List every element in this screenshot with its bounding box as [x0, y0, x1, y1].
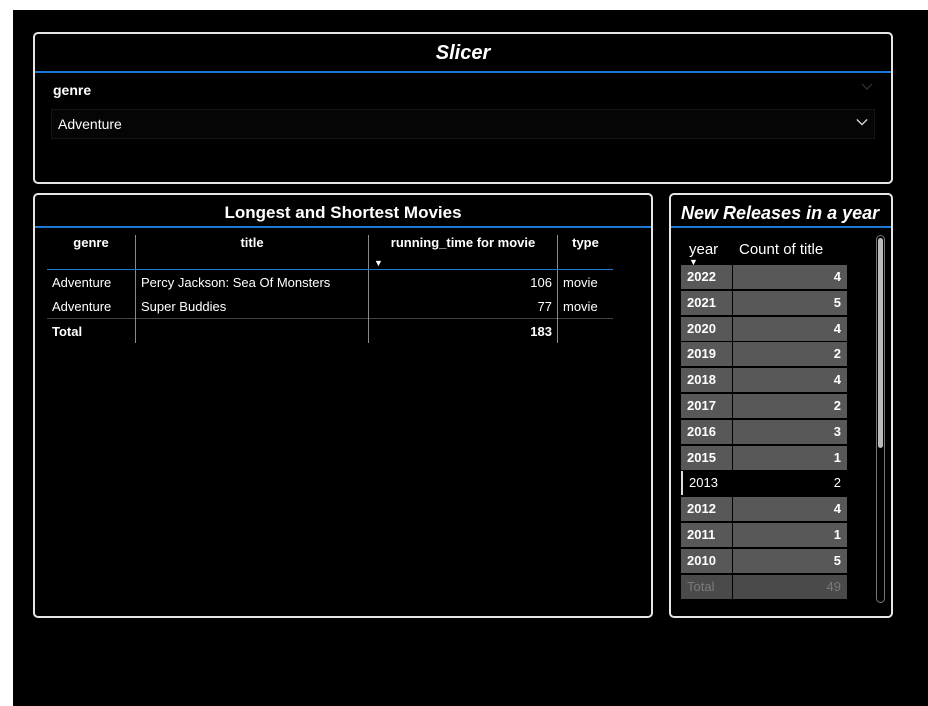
total-running-time: 183: [368, 318, 558, 343]
total-label: Total: [47, 318, 136, 343]
movies-table: genre title running_time for movie ▼ typ…: [47, 235, 613, 343]
list-item[interactable]: 2012 4: [681, 497, 847, 523]
year-cell: 2019: [681, 342, 732, 367]
count-cell: 2: [733, 471, 847, 496]
releases-title: New Releases in a year: [681, 203, 880, 223]
slicer-collapse-chevron-icon[interactable]: [861, 80, 873, 94]
year-cell: 2016: [681, 419, 732, 444]
count-cell: 1: [733, 522, 847, 547]
table-row[interactable]: Adventure Super Buddies 77 movie: [47, 294, 613, 319]
cell-title: Super Buddies: [135, 294, 369, 319]
column-header-year[interactable]: year: [689, 241, 718, 258]
count-cell: 4: [733, 497, 847, 522]
year-cell: 2012: [681, 497, 732, 522]
list-item[interactable]: 2020 4: [681, 316, 847, 343]
movies-title-underline: [35, 226, 651, 228]
count-cell: 2: [733, 393, 847, 418]
releases-total-row: Total 49: [681, 574, 847, 601]
cell-type: movie: [563, 298, 598, 314]
count-cell: 5: [733, 548, 847, 573]
sort-descending-icon: ▼: [374, 258, 383, 268]
year-cell: 2022: [681, 265, 732, 289]
count-cell: 4: [733, 316, 847, 341]
list-item[interactable]: 2021 5: [681, 290, 847, 317]
movies-table-title: Longest and Shortest Movies: [224, 203, 462, 222]
column-header-count[interactable]: Count of title: [739, 241, 823, 258]
list-item-selected[interactable]: 2013 2: [681, 471, 847, 497]
chevron-down-icon: [856, 118, 868, 126]
year-cell: 2017: [681, 393, 732, 418]
slicer-title: Slicer: [435, 42, 491, 64]
cell-running-time: 77: [368, 294, 558, 319]
list-item[interactable]: 2011 1: [681, 522, 847, 549]
total-title-empty: [135, 318, 369, 343]
cell-genre: Adventure: [47, 269, 136, 294]
column-header-type[interactable]: type: [557, 235, 613, 270]
cell-running-time: 106: [368, 269, 558, 294]
releases-scrollbar[interactable]: [876, 235, 885, 603]
year-cell: 2011: [681, 522, 732, 547]
slicer-field-label: genre: [53, 82, 92, 98]
list-item[interactable]: 2010 5: [681, 548, 847, 575]
new-releases-panel: New Releases in a year year ▼ Count of t…: [669, 193, 893, 618]
list-item[interactable]: 2022 4: [681, 265, 847, 291]
total-label: Total: [681, 574, 732, 599]
cell-type: movie: [563, 274, 598, 290]
year-cell: 2021: [681, 290, 732, 315]
genre-dropdown-value: Adventure: [58, 116, 122, 132]
count-cell: 3: [733, 419, 847, 444]
year-cell: 2013: [681, 471, 732, 496]
releases-rows: 2022 4 2021 5 2020 4 2019 2 2018 4 2017 2 2016…: [681, 265, 847, 600]
genre-slicer-panel: Slicer genre Adventure: [33, 32, 893, 184]
year-cell: 2020: [681, 316, 732, 341]
total-type-empty: [557, 318, 613, 343]
year-cell: 2018: [681, 368, 732, 393]
releases-title-underline: [671, 226, 891, 228]
count-cell: 1: [733, 445, 847, 470]
column-header-genre[interactable]: genre: [47, 235, 136, 270]
year-cell: 2010: [681, 548, 732, 573]
year-cell: 2015: [681, 445, 732, 470]
count-cell: 4: [733, 368, 847, 393]
cell-title: Percy Jackson: Sea Of Monsters: [135, 269, 369, 294]
cell-genre: Adventure: [47, 294, 136, 319]
total-count: 49: [733, 574, 847, 599]
slicer-title-underline: [35, 71, 891, 73]
column-header-title[interactable]: title: [135, 235, 369, 270]
table-total-row: Total 183: [47, 318, 613, 343]
count-cell: 4: [733, 265, 847, 289]
list-item[interactable]: 2019 2: [681, 342, 847, 368]
list-item[interactable]: 2015 1: [681, 445, 847, 472]
column-header-running-time[interactable]: running_time for movie ▼: [368, 235, 558, 270]
count-cell: 5: [733, 290, 847, 315]
genre-dropdown[interactable]: Adventure: [51, 109, 875, 139]
table-row[interactable]: Adventure Percy Jackson: Sea Of Monsters…: [47, 269, 613, 294]
list-item[interactable]: 2016 3: [681, 419, 847, 446]
list-item[interactable]: 2017 2: [681, 393, 847, 420]
list-item[interactable]: 2018 4: [681, 368, 847, 394]
running-time-header-label: running_time for movie: [390, 235, 536, 250]
scrollbar-thumb[interactable]: [878, 238, 883, 448]
longest-shortest-movies-panel: Longest and Shortest Movies genre title …: [33, 193, 653, 618]
count-cell: 2: [733, 342, 847, 367]
